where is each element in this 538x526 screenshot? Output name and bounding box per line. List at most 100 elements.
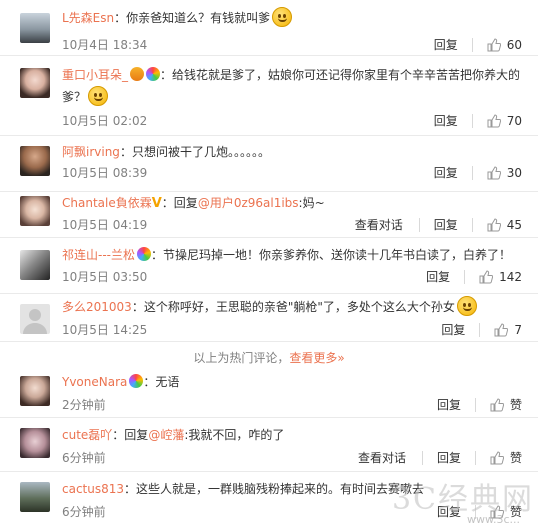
reply-button[interactable]: 回复 (434, 112, 458, 129)
rainbow-badge-icon (146, 67, 161, 81)
comment-username[interactable]: L先森Esn (62, 11, 114, 25)
comment-actions: 回复 60 (434, 36, 522, 53)
comment-actions: 回复 赞 (437, 396, 522, 413)
like-button[interactable]: 赞 (490, 449, 522, 466)
comment-actions: 回复 7 (441, 321, 522, 338)
avatar[interactable] (20, 482, 50, 512)
comment-time: 10月5日 08:39 (62, 166, 148, 180)
comment-actions: 回复 70 (434, 112, 522, 129)
like-button[interactable]: 赞 (490, 396, 522, 413)
avatar[interactable] (20, 250, 50, 280)
comment-text: Chantale負依霖V：回复@用户0z96al1ibs:妈~ (62, 192, 524, 215)
comment-username[interactable]: 阿飘irving (62, 145, 120, 159)
comment-content: ：回复 (161, 196, 198, 210)
comment-username[interactable]: 多么201003 (62, 300, 132, 314)
reply-button[interactable]: 回复 (434, 216, 458, 233)
divider (479, 322, 481, 337)
thumbs-up-icon (487, 37, 501, 51)
like-label: 赞 (509, 398, 522, 412)
divider (471, 165, 473, 180)
avatar[interactable] (20, 304, 50, 334)
comment-content: ：只想问被干了几炮。。。。。。 (119, 145, 270, 159)
view-more-link[interactable]: 查看更多» (289, 351, 344, 365)
divider (474, 397, 476, 412)
comment-text: 阿飘irving：只想问被干了几炮。。。。。。 (62, 141, 524, 163)
comment-text: YvoneNara ：无语 (62, 371, 524, 393)
mention-link[interactable]: @用户0z96al1ibs (198, 196, 299, 210)
comment-username[interactable]: cute磊吖 (62, 428, 112, 442)
crown-badge-icon (130, 67, 145, 81)
smile-emoji-icon (88, 86, 109, 106)
comment-content: ：无语 (143, 375, 180, 389)
comment-item: 阿飘irving：只想问被干了几炮。。。。。。 10月5日 08:39 回复 3… (0, 136, 538, 192)
view-conversation-button[interactable]: 查看对话 (358, 449, 406, 466)
avatar[interactable] (20, 146, 50, 176)
comment-content: :我就不回，咋的了 (184, 428, 285, 442)
comment-username[interactable]: YvoneNara (62, 375, 127, 389)
comment-content: ：节操尼玛掉一地！你亲爹养你、送你读十几年书白读了，白养了！ (151, 248, 512, 262)
reply-button[interactable]: 回复 (434, 164, 458, 181)
avatar[interactable] (20, 376, 50, 406)
comment-item: YvoneNara ：无语 2分钟前 回复 赞 (0, 366, 538, 418)
like-button[interactable]: 142 (479, 270, 522, 284)
smile-emoji-icon (456, 296, 477, 316)
comment-content: ：这个称呼好，王思聪的亲爸"躺枪"了，多处个这么大个孙女 (131, 300, 455, 314)
avatar[interactable] (20, 13, 50, 43)
comment-time: 10月5日 04:19 (62, 218, 148, 232)
like-count: 7 (514, 322, 522, 337)
hot-comments-divider: 以上为热门评论，查看更多» (0, 349, 538, 366)
comment-time: 10月5日 03:50 (62, 270, 148, 284)
reply-button[interactable]: 回复 (437, 396, 461, 413)
divider-label: 以上为热门评论， (193, 351, 290, 365)
divider (471, 217, 473, 232)
comment-text: 祁连山---兰松 ：节操尼玛掉一地！你亲爹养你、送你读十几年书白读了，白养了！ (62, 244, 524, 266)
comment-time: 10月5日 14:25 (62, 323, 148, 337)
comment-item: 重口小耳朵_ ：给钱花就是爹了，姑娘你可还记得你家里有个辛辛苦苦把你养大的爹？ 1… (0, 56, 538, 136)
grin-emoji-icon (272, 7, 293, 27)
comment-item: L先森Esn：你亲爸知道么？有钱就叫爹 10月4日 18:34 回复 60 (0, 0, 538, 56)
comment-username[interactable]: cactus813 (62, 482, 124, 496)
comment-text: cute磊吖：回复@崆藩:我就不回，咋的了 (62, 424, 524, 446)
comment-content: ：你亲爸知道么？有钱就叫爹 (114, 11, 271, 25)
comment-username[interactable]: 祁连山---兰松 (62, 248, 135, 262)
like-count: 142 (499, 269, 522, 284)
view-conversation-button[interactable]: 查看对话 (355, 216, 403, 233)
divider (471, 113, 473, 128)
divider (421, 450, 423, 465)
divider (418, 217, 420, 232)
like-button[interactable]: 70 (487, 114, 522, 128)
like-label: 赞 (509, 451, 522, 465)
comment-actions: 查看对话 回复 45 (355, 216, 522, 233)
like-count: 30 (506, 165, 522, 180)
avatar[interactable] (20, 68, 50, 98)
thumbs-up-icon (479, 269, 494, 283)
reply-button[interactable]: 回复 (441, 321, 465, 338)
comment-text: 多么201003：这个称呼好，王思聪的亲爸"躺枪"了，多处个这么大个孙女 (62, 296, 524, 318)
like-button[interactable]: 45 (487, 218, 522, 232)
mention-link[interactable]: @崆藩 (148, 428, 184, 442)
comment-time: 6分钟前 (62, 451, 106, 465)
comment-time: 10月5日 02:02 (62, 114, 148, 128)
like-count: 60 (506, 37, 522, 52)
comment-content: ：回复 (112, 428, 149, 442)
comment-text: L先森Esn：你亲爸知道么？有钱就叫爹 (62, 7, 524, 29)
like-button[interactable]: 60 (487, 38, 522, 52)
reply-button[interactable]: 回复 (434, 36, 458, 53)
comment-time: 2分钟前 (62, 398, 106, 412)
avatar[interactable] (20, 428, 50, 458)
comment-item: cute磊吖：回复@崆藩:我就不回，咋的了 6分钟前 查看对话 回复 赞 (0, 418, 538, 472)
rainbow-badge-icon (129, 374, 144, 388)
like-button[interactable]: 7 (494, 323, 522, 337)
reply-button[interactable]: 回复 (426, 268, 450, 285)
comment-username[interactable]: 重口小耳朵_ (62, 68, 128, 82)
avatar[interactable] (20, 196, 50, 226)
comment-username[interactable]: Chantale負依霖 (62, 196, 152, 210)
thumbs-up-icon (490, 397, 504, 411)
comment-item: Chantale負依霖V：回复@用户0z96al1ibs:妈~ 10月5日 04… (0, 192, 538, 238)
reply-button[interactable]: 回复 (437, 449, 461, 466)
rainbow-badge-icon (137, 247, 151, 261)
thumbs-up-icon (490, 450, 504, 464)
comment-text: 重口小耳朵_ ：给钱花就是爹了，姑娘你可还记得你家里有个辛辛苦苦把你养大的爹？ (62, 64, 524, 108)
like-button[interactable]: 30 (487, 166, 522, 180)
site-watermark: 3C经典网 (391, 482, 534, 517)
